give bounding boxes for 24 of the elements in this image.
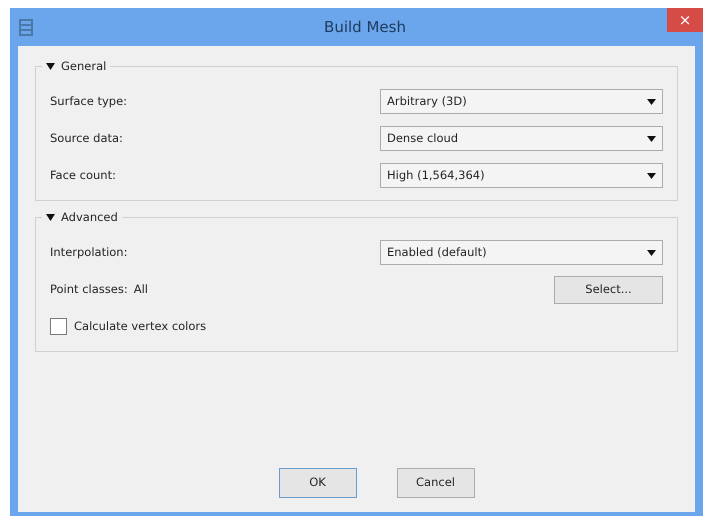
dropdown-caret-icon <box>647 98 656 104</box>
field-label: Source data: <box>50 130 124 147</box>
expanded-icon <box>46 214 55 222</box>
dropdown[interactable]: Arbitrary (3D) <box>380 89 663 114</box>
field-label: Point classes: <box>50 280 128 298</box>
dropdown-caret-icon <box>647 250 656 256</box>
checkbox-label: Calculate vertex colors <box>74 318 206 335</box>
field-value: All <box>134 280 148 298</box>
checkbox[interactable] <box>50 318 67 335</box>
field-label: Face count: <box>50 166 117 184</box>
field-label: Surface type: <box>50 92 128 110</box>
field-label: Interpolation: <box>50 244 128 261</box>
cancel-button[interactable]: Cancel <box>396 468 474 498</box>
ok-button[interactable]: OK <box>278 468 356 498</box>
dropdown[interactable]: High (1,564,364) <box>380 163 663 188</box>
window-title: Build Mesh <box>324 16 406 38</box>
expanded-icon <box>46 63 55 70</box>
dropdown-caret-icon <box>647 172 656 178</box>
dropdown-caret-icon <box>647 136 656 142</box>
close-button[interactable]: × <box>667 8 703 32</box>
dropdown[interactable]: Dense cloud <box>380 126 663 151</box>
window-icon <box>19 18 33 36</box>
dropdown[interactable]: Enabled (default) <box>380 240 663 265</box>
select-button[interactable]: Select... <box>554 276 663 304</box>
